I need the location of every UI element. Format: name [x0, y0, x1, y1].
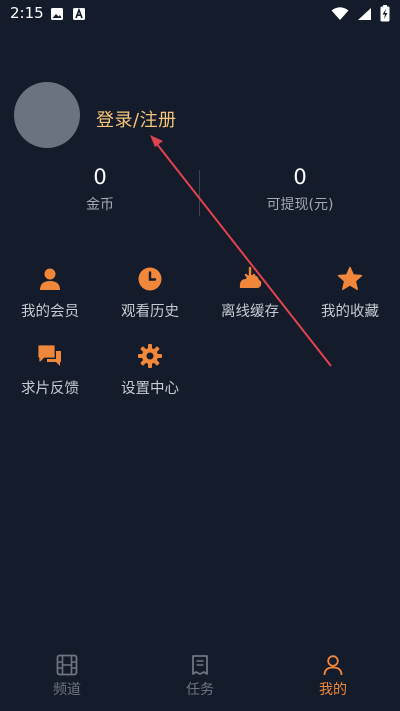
- star-icon: [337, 266, 363, 290]
- wifi-icon: [331, 6, 349, 20]
- withdrawable-stat[interactable]: 0 可提现(元): [200, 162, 400, 214]
- image-notification-icon: [51, 8, 63, 20]
- menu-item-offline-cache[interactable]: 离线缓存: [205, 266, 295, 321]
- tab-tasks[interactable]: 任务: [155, 654, 245, 699]
- tab-label-mine: 我的: [319, 682, 347, 698]
- clock-icon: [138, 267, 162, 291]
- task-list-icon: [192, 655, 208, 675]
- stats-row: 0 金币 0 可提现(元): [0, 162, 400, 222]
- status-time: 2:15: [10, 4, 44, 22]
- gear-icon: [138, 344, 162, 368]
- chat-bubbles-icon: [38, 345, 61, 366]
- person-icon: [40, 268, 60, 290]
- signal-icon: [358, 7, 371, 20]
- tab-channels[interactable]: 频道: [22, 654, 112, 699]
- tab-label-tasks: 任务: [186, 682, 214, 698]
- menu-label-offline-cache: 离线缓存: [221, 304, 279, 320]
- menu-item-membership[interactable]: 我的会员: [5, 266, 95, 321]
- avatar[interactable]: [14, 82, 80, 148]
- coins-label: 金币: [86, 197, 114, 213]
- menu-item-feedback[interactable]: 求片反馈: [5, 343, 95, 398]
- withdrawable-value: 0: [293, 165, 307, 189]
- tab-label-channels: 频道: [53, 682, 81, 698]
- menu-item-settings[interactable]: 设置中心: [105, 343, 195, 398]
- menu-item-history[interactable]: 观看历史: [105, 266, 195, 321]
- download-cloud-icon: [239, 266, 262, 288]
- tab-mine[interactable]: 我的: [288, 654, 378, 699]
- battery-charging-icon: [380, 5, 390, 22]
- menu-label-membership: 我的会员: [21, 304, 79, 320]
- menu-item-favorites[interactable]: 我的收藏: [305, 266, 395, 321]
- menu-label-feedback: 求片反馈: [21, 381, 79, 397]
- coins-value: 0: [93, 165, 107, 189]
- status-bar: 2:15: [0, 0, 400, 28]
- menu-label-history: 观看历史: [121, 304, 179, 320]
- menu-label-settings: 设置中心: [121, 381, 179, 397]
- coins-stat[interactable]: 0 金币: [0, 162, 200, 214]
- film-icon: [56, 654, 78, 676]
- menu-label-favorites: 我的收藏: [321, 304, 379, 320]
- withdrawable-label: 可提现(元): [266, 197, 334, 213]
- login-register-link[interactable]: 登录/注册: [96, 106, 177, 132]
- user-icon: [323, 655, 343, 676]
- app-notification-icon: [73, 7, 85, 20]
- bottom-tab-bar: 频道 任务 我的: [0, 650, 400, 711]
